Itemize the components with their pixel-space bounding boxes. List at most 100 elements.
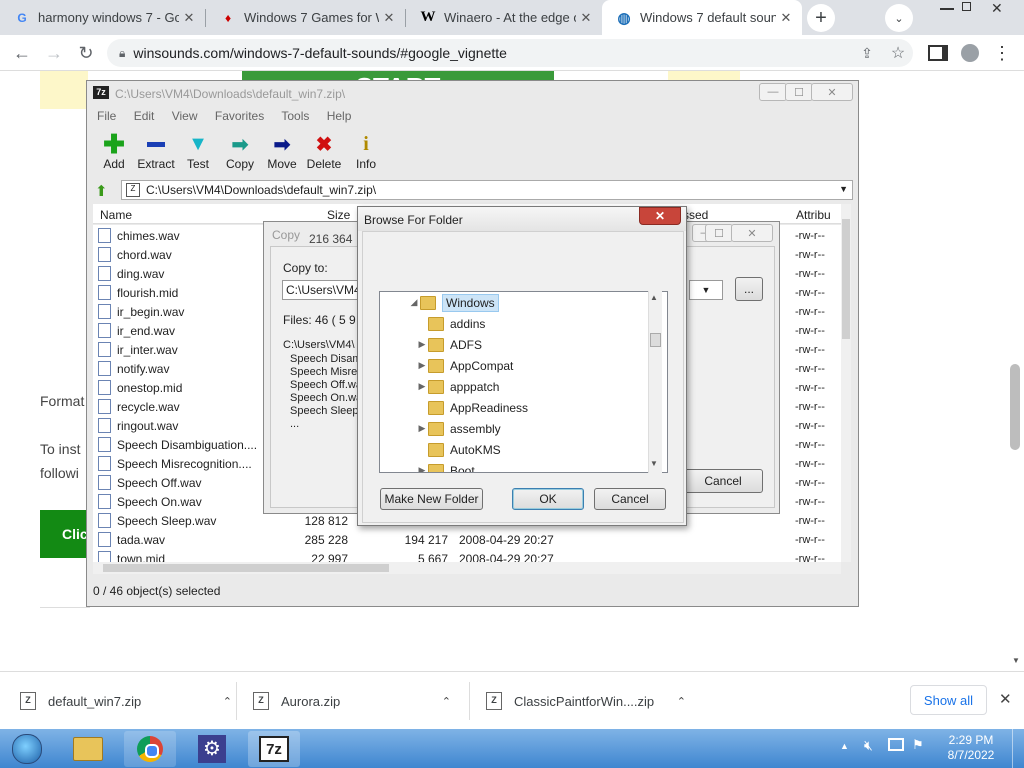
scrollbar-thumb[interactable] <box>842 219 850 339</box>
taskbar-7zip[interactable]: 7z <box>248 731 300 767</box>
tree-item[interactable]: AutoKMS <box>416 439 501 460</box>
expand-arrow-icon[interactable]: ▶ <box>416 339 428 350</box>
menu-favorites[interactable]: Favorites <box>215 109 264 123</box>
file-row[interactable]: town.mid 22 997 5 667 2008-04-29 20:27 -rw-r… <box>93 549 841 562</box>
taskbar-explorer[interactable] <box>62 731 114 767</box>
tree-item-windows[interactable]: ◢ Windows <box>408 292 499 313</box>
file-row[interactable]: tada.wav 285 228 194 217 2008-04-29 20:27 -r… <box>93 530 841 549</box>
close-downloads-icon[interactable]: ✕ <box>999 690 1012 708</box>
menu-view[interactable]: View <box>172 109 198 123</box>
folder-tree-scrollbar[interactable]: ▲ ▼ <box>648 291 662 473</box>
download-item-1[interactable]: Z default_win7.zip ⌃ <box>20 672 232 730</box>
network-icon[interactable] <box>888 738 904 751</box>
address-bar[interactable]: 🔒︎ winsounds.com/windows-7-default-sound… <box>107 39 913 67</box>
back-icon[interactable]: ← <box>10 41 34 65</box>
tree-item[interactable]: ▶ AppCompat <box>416 355 513 376</box>
browse-cancel-button[interactable]: Cancel <box>594 488 666 510</box>
minimize-icon[interactable] <box>940 8 954 10</box>
browser-tab-3[interactable]: W Winaero - At the edge of ✕ <box>406 0 602 35</box>
chevron-up-icon[interactable]: ⌃ <box>677 695 686 708</box>
tree-item[interactable]: AppReadiness <box>416 397 528 418</box>
up-folder-icon[interactable]: ⬆ <box>95 182 108 200</box>
page-scroll-down-icon[interactable]: ▼ <box>1012 656 1020 665</box>
file-list-hscrollbar[interactable] <box>93 562 841 574</box>
chevron-up-icon[interactable]: ⌃ <box>223 695 232 708</box>
taskbar-chrome[interactable] <box>124 731 176 767</box>
scroll-up-icon[interactable]: ▲ <box>650 293 658 302</box>
system-clock[interactable]: 2:29 PM 8/7/2022 <box>946 733 996 763</box>
close-icon[interactable]: ✕ <box>731 224 773 242</box>
minimize-icon[interactable]: — <box>759 83 787 101</box>
forward-icon[interactable]: → <box>42 41 66 65</box>
close-tab-icon[interactable]: ✕ <box>379 10 399 26</box>
scrollbar-thumb[interactable] <box>103 564 389 572</box>
copy-cancel-button[interactable]: Cancel <box>683 469 763 493</box>
info-button[interactable]: i Info <box>343 131 389 172</box>
restore-icon[interactable] <box>962 2 971 11</box>
column-name[interactable]: Name <box>100 208 132 222</box>
tree-item[interactable]: addins <box>416 313 485 334</box>
folder-tree[interactable]: ◢ Windows addins ▶ ADFS ▶ AppCompat ▶ apppatch… <box>379 291 668 473</box>
menu-help[interactable]: Help <box>327 109 352 123</box>
tree-item[interactable]: ▶ Boot <box>416 460 475 472</box>
expand-arrow-icon[interactable]: ▶ <box>416 381 428 392</box>
download-item-2[interactable]: Z Aurora.zip ⌃ <box>253 672 451 730</box>
new-tab-button[interactable]: + <box>807 4 835 32</box>
close-icon[interactable]: ✕ <box>811 83 853 101</box>
show-desktop-button[interactable] <box>1012 729 1024 768</box>
file-list-vscrollbar[interactable] <box>841 204 851 562</box>
menu-edit[interactable]: Edit <box>134 109 155 123</box>
sevenzip-titlebar[interactable]: 7z C:\Users\VM4\Downloads\default_win7.z… <box>87 81 858 103</box>
start-button[interactable] <box>0 731 54 767</box>
browser-tab-2[interactable]: ♦ Windows 7 Games for W ✕ <box>206 0 405 35</box>
page-scrollbar-thumb[interactable] <box>1010 364 1020 450</box>
tree-item[interactable]: ▶ ADFS <box>416 334 482 355</box>
menu-tools[interactable]: Tools <box>281 109 309 123</box>
close-tab-icon[interactable]: ✕ <box>179 10 199 26</box>
copy-button[interactable]: ➡ Copy <box>217 131 263 172</box>
show-all-button[interactable]: Show all <box>910 685 987 715</box>
expand-arrow-icon[interactable]: ▶ <box>416 423 428 434</box>
browse-button[interactable]: ... <box>735 277 763 301</box>
expand-arrow-icon[interactable]: ▶ <box>416 360 428 371</box>
dropdown-arrow-icon[interactable]: ▼ <box>839 184 848 194</box>
tree-item[interactable]: ▶ apppatch <box>416 376 499 397</box>
volume-muted-icon[interactable]: 🔇︎ <box>864 737 873 754</box>
close-tab-icon[interactable]: ✕ <box>576 10 596 26</box>
taskbar-settings[interactable]: ⚙ <box>186 731 238 767</box>
profile-avatar[interactable] <box>958 41 982 65</box>
copy-to-dropdown-icon[interactable]: ▼ <box>689 280 723 300</box>
action-center-flag-icon[interactable]: ⚑ <box>912 737 924 753</box>
add-button[interactable]: ✚ Add <box>91 129 137 172</box>
menu-file[interactable]: File <box>97 109 116 123</box>
maximize-icon[interactable]: ☐ <box>785 83 813 101</box>
browse-dialog-titlebar[interactable]: Browse For Folder ✕ <box>358 207 686 231</box>
test-button[interactable]: ▼ Test <box>175 131 221 172</box>
side-panel-icon[interactable] <box>926 41 950 65</box>
scrollbar-thumb[interactable] <box>650 333 661 347</box>
chevron-up-icon[interactable]: ⌃ <box>442 695 451 708</box>
make-new-folder-button[interactable]: Make New Folder <box>380 488 483 510</box>
download-item-3[interactable]: Z ClassicPaintforWin....zip ⌃ <box>486 672 686 730</box>
ok-button[interactable]: OK <box>512 488 584 510</box>
show-hidden-icons-icon[interactable]: ▲ <box>840 741 849 751</box>
column-attributes[interactable]: Attribu <box>796 208 831 222</box>
extract-button[interactable]: Extract <box>133 131 179 171</box>
collapse-arrow-icon[interactable]: ◢ <box>408 297 420 308</box>
tree-item[interactable]: ▶ assembly <box>416 418 501 439</box>
path-combobox[interactable]: Z C:\Users\VM4\Downloads\default_win7.zi… <box>121 180 853 200</box>
close-icon[interactable]: ✕ <box>639 207 681 225</box>
bookmark-star-icon[interactable]: ☆ <box>886 41 910 65</box>
column-size[interactable]: Size <box>327 208 350 222</box>
browser-tab-1[interactable]: G harmony windows 7 - Go ✕ <box>0 0 205 35</box>
menu-dots-icon[interactable]: ⋮ <box>990 41 1014 65</box>
move-button[interactable]: ➡ Move <box>259 131 305 172</box>
expand-arrow-icon[interactable]: ▶ <box>416 465 428 472</box>
maximize-icon[interactable]: ☐ <box>705 224 733 242</box>
delete-button[interactable]: ✖ Delete <box>301 131 347 172</box>
copy-to-field[interactable]: C:\Users\VM4\ <box>282 280 362 300</box>
close-window-icon[interactable]: ✕ <box>991 0 1003 17</box>
share-icon[interactable]: ⇪ <box>855 41 879 65</box>
tab-search-button[interactable]: ⌄ <box>885 4 913 32</box>
close-tab-icon[interactable]: ✕ <box>776 10 796 26</box>
